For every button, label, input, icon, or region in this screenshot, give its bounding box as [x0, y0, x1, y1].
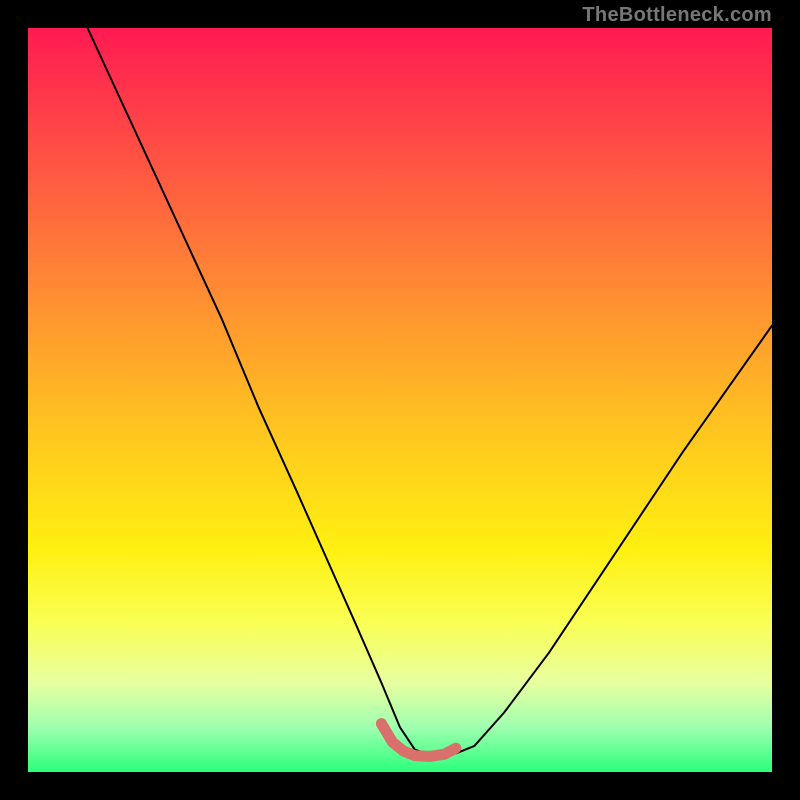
series-optimal-band — [381, 724, 455, 757]
chart-svg — [28, 28, 772, 772]
series-layer — [88, 28, 772, 757]
plot-area — [28, 28, 772, 772]
chart-frame: TheBottleneck.com — [0, 0, 800, 800]
series-bottleneck-curve — [88, 28, 772, 757]
watermark-text: TheBottleneck.com — [582, 4, 772, 27]
